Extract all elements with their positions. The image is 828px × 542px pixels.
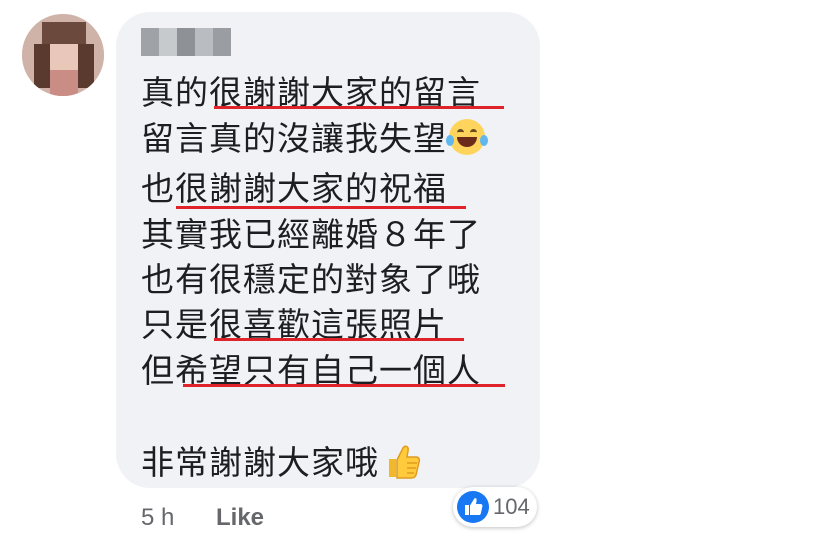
author-name-blurred[interactable]	[141, 28, 231, 56]
reactions-summary[interactable]: 104	[453, 487, 537, 527]
comment-line-text: 也很謝謝大家的祝福	[141, 169, 447, 208]
blur-block	[213, 28, 231, 56]
reaction-count: 104	[493, 494, 530, 519]
blur-block	[195, 28, 213, 56]
comment-line: 留言真的沒讓我失望	[141, 116, 488, 162]
thumbs-up-icon	[389, 445, 421, 479]
red-underline	[176, 206, 466, 209]
like-button[interactable]: Like	[216, 504, 264, 532]
comment-line-text: 也有很穩定的對象了哦	[141, 260, 481, 299]
red-underline	[183, 384, 505, 387]
thumbs-up-glyph	[465, 498, 483, 515]
comment-line: 只是很喜歡這張照片	[141, 302, 447, 348]
comment-line-text: 其實我已經離婚８年了	[141, 215, 481, 254]
blur-block	[141, 28, 159, 56]
blur-block	[159, 28, 177, 56]
like-reaction-icon	[457, 491, 489, 523]
comment-line: 其實我已經離婚８年了	[141, 212, 481, 258]
avatar-pixel	[34, 44, 50, 88]
blur-block	[177, 28, 195, 56]
comment-line: 真的很謝謝大家的留言	[141, 70, 481, 116]
comment-line-text: 非常謝謝大家哦	[141, 443, 379, 482]
comment-line-text: 留言真的沒讓我失望	[141, 119, 447, 158]
comment-line: 非常謝謝大家哦	[141, 440, 421, 486]
avatar-pixel	[50, 70, 78, 96]
avatar-pixel	[78, 44, 94, 88]
comment-line: 也有很穩定的對象了哦	[141, 257, 481, 303]
comment-line: 但希望只有自己一個人	[141, 348, 481, 394]
red-underline	[214, 106, 504, 109]
red-underline	[214, 338, 464, 341]
avatar[interactable]	[22, 14, 104, 96]
face-with-tears-of-joy-icon	[446, 119, 488, 155]
comment-timestamp[interactable]: 5 h	[141, 504, 174, 532]
